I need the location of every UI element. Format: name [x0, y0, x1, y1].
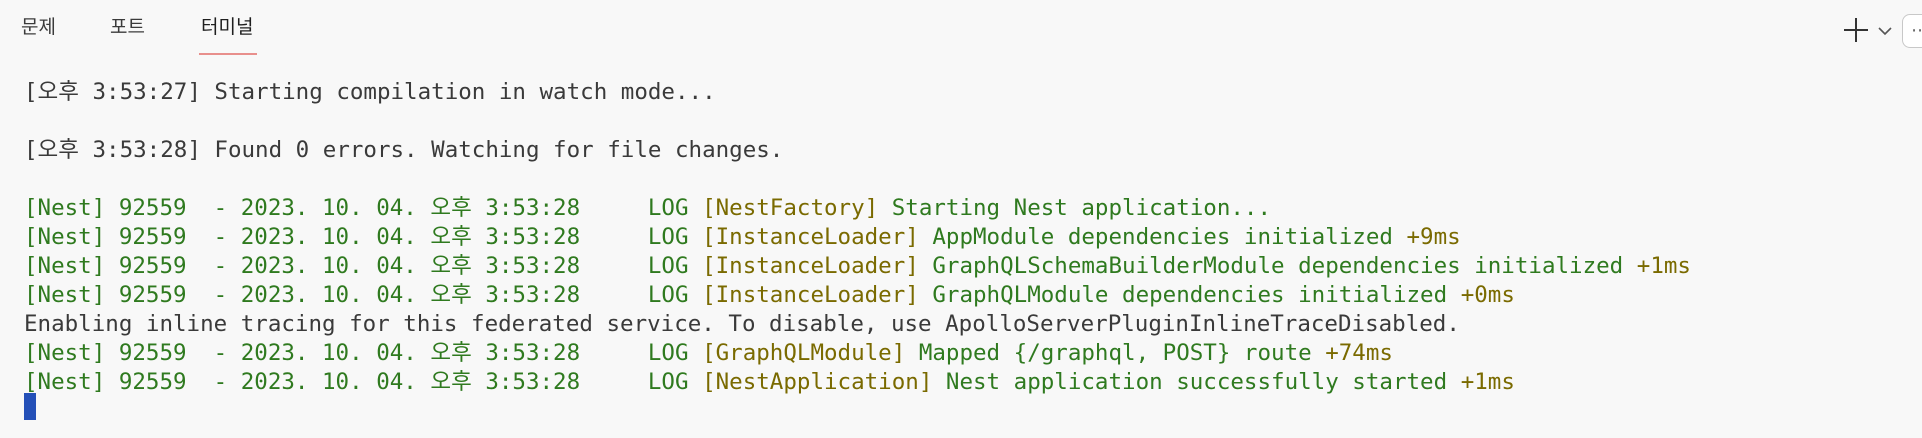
terminal-line: [Nest] 92559 - 2023. 10. 04. 오후 3:53:28 … [24, 281, 1922, 310]
terminal-line-text: Enabling inline tracing for this federat… [24, 311, 1460, 337]
terminal-line-text: [오후 3:53:27] Starting compilation in wat… [24, 79, 716, 105]
plus-icon [1844, 18, 1868, 42]
nest-log-prefix: [Nest] 92559 - 2023. 10. 04. 오후 3:53:28 … [24, 340, 703, 366]
nest-log-message: GraphQLModule dependencies initialized [918, 282, 1461, 308]
nest-log-prefix: [Nest] 92559 - 2023. 10. 04. 오후 3:53:28 … [24, 282, 703, 308]
panel-tab-bar: 문제 포트 터미널 ⋯ [0, 0, 1922, 56]
nest-log-context: [InstanceLoader] [702, 282, 919, 308]
more-icon: ⋯ [1911, 20, 1922, 41]
nest-log-timing: +74ms [1325, 340, 1393, 366]
nest-log-context: [InstanceLoader] [702, 224, 919, 250]
terminal-line: [Nest] 92559 - 2023. 10. 04. 오후 3:53:28 … [24, 223, 1922, 252]
nest-log-message: Starting Nest application... [878, 195, 1272, 221]
nest-log-context: [InstanceLoader] [702, 253, 919, 279]
nest-log-message: GraphQLSchemaBuilderModule dependencies … [918, 253, 1637, 279]
terminal-line: [Nest] 92559 - 2023. 10. 04. 오후 3:53:28 … [24, 339, 1922, 368]
terminal-line: [오후 3:53:28] Found 0 errors. Watching fo… [24, 136, 1922, 165]
nest-log-message: Nest application successfully started [932, 369, 1461, 395]
tab-terminal-label: 터미널 [201, 16, 254, 38]
active-tab-indicator [199, 53, 258, 55]
terminal-panel: 문제 포트 터미널 ⋯ [오후 3:53:27] Starting compil… [0, 0, 1922, 438]
terminal-line: Enabling inline tracing for this federat… [24, 310, 1922, 339]
terminal-line: [Nest] 92559 - 2023. 10. 04. 오후 3:53:28 … [24, 252, 1922, 281]
nest-log-context: [NestFactory] [702, 195, 879, 221]
nest-log-message: AppModule dependencies initialized [918, 224, 1407, 250]
nest-log-prefix: [Nest] 92559 - 2023. 10. 04. 오후 3:53:28 … [24, 253, 703, 279]
terminal-cursor [24, 393, 36, 420]
nest-log-prefix: [Nest] 92559 - 2023. 10. 04. 오후 3:53:28 … [24, 224, 703, 250]
nest-log-prefix: [Nest] 92559 - 2023. 10. 04. 오후 3:53:28 … [24, 369, 703, 395]
nest-log-context: [NestApplication] [702, 369, 933, 395]
terminal-line-text: [오후 3:53:28] Found 0 errors. Watching fo… [24, 137, 784, 163]
new-terminal-button[interactable] [1840, 14, 1872, 46]
tab-problems-label: 문제 [21, 16, 56, 38]
nest-log-message: Mapped {/graphql, POST} route [905, 340, 1326, 366]
tab-ports[interactable]: 포트 [110, 12, 145, 54]
terminal-output[interactable]: [오후 3:53:27] Starting compilation in wat… [24, 78, 1922, 397]
terminal-line: [오후 3:53:27] Starting compilation in wat… [24, 78, 1922, 107]
nest-log-timing: +1ms [1460, 369, 1515, 395]
terminal-profile-dropdown-button[interactable] [1876, 22, 1894, 40]
chevron-down-icon [1878, 27, 1892, 36]
nest-log-context: [GraphQLModule] [702, 340, 906, 366]
nest-log-prefix: [Nest] 92559 - 2023. 10. 04. 오후 3:53:28 … [24, 195, 703, 221]
nest-log-timing: +0ms [1460, 282, 1515, 308]
terminal-line: [Nest] 92559 - 2023. 10. 04. 오후 3:53:28 … [24, 368, 1922, 397]
nest-log-timing: +9ms [1406, 224, 1461, 250]
nest-log-timing: +1ms [1636, 253, 1691, 279]
terminal-line: [Nest] 92559 - 2023. 10. 04. 오후 3:53:28 … [24, 194, 1922, 223]
tab-problems[interactable]: 문제 [21, 12, 56, 54]
tab-ports-label: 포트 [110, 16, 145, 38]
more-actions-button[interactable]: ⋯ [1902, 14, 1922, 48]
tab-terminal[interactable]: 터미널 [199, 12, 258, 55]
